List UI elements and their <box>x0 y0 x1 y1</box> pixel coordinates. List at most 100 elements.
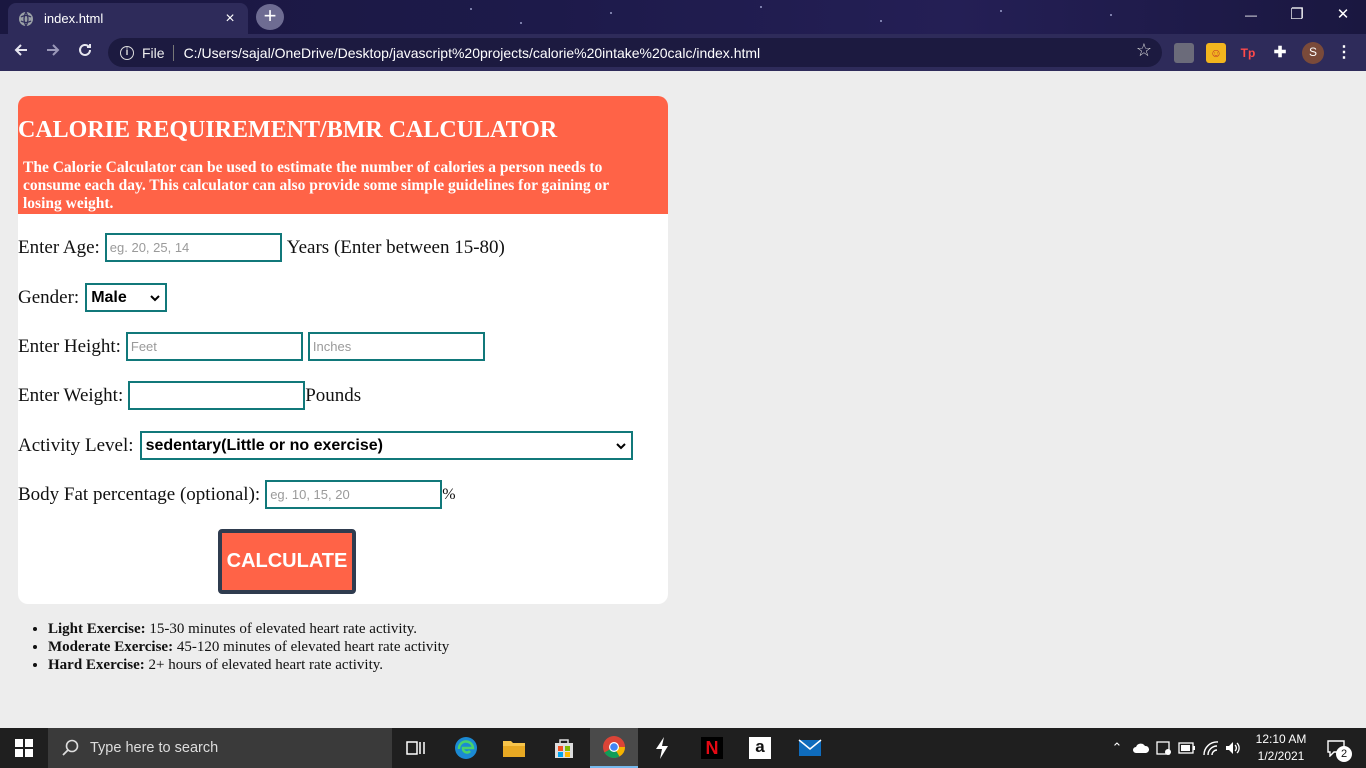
weight-suffix: Pounds <box>305 384 362 406</box>
windows-logo-icon <box>15 739 33 757</box>
list-item: Light Exercise: 15-30 minutes of elevate… <box>48 620 449 638</box>
note-term: Moderate Exercise: <box>48 639 174 655</box>
back-button[interactable] <box>8 40 34 66</box>
clock-date: 1/2/2021 <box>1257 749 1305 763</box>
edge-app-button[interactable] <box>442 728 490 768</box>
restore-button[interactable]: ❐ <box>1274 0 1320 30</box>
globe-icon <box>19 11 33 26</box>
store-app-button[interactable] <box>540 728 588 768</box>
menu-kebab-icon[interactable]: ⋮ <box>1334 43 1354 63</box>
bodyfat-row: Body Fat percentage (optional): eg. 10, … <box>18 480 456 509</box>
netflix-app-button[interactable]: N <box>688 728 736 768</box>
url-text[interactable]: C:/Users/sajal/OneDrive/Desktop/javascri… <box>184 45 761 61</box>
bodyfat-suffix: % <box>442 485 456 503</box>
browser-toolbar: i File C:/Users/sajal/OneDrive/Desktop/j… <box>0 34 1366 71</box>
forward-button[interactable] <box>40 40 66 66</box>
page-viewport: CALORIE REQUIREMENT/BMR CALCULATOR The C… <box>0 71 1366 728</box>
chevron-down-icon <box>615 442 626 449</box>
reload-button[interactable] <box>72 40 98 66</box>
background-star <box>1110 14 1112 16</box>
store-bag-icon <box>555 739 573 758</box>
reload-icon <box>79 43 91 56</box>
file-explorer-button[interactable] <box>490 728 538 768</box>
gender-select[interactable]: Male <box>85 283 168 312</box>
height-feet-input[interactable]: Feet <box>125 332 303 361</box>
system-tray: ⌃ <box>1108 728 1242 768</box>
height-row: Enter Height: Feet Inches <box>18 332 485 361</box>
bodyfat-label: Body Fat percentage (optional): <box>18 483 261 505</box>
clock-time: 12:10 AM <box>1255 732 1307 746</box>
amazon-app-button[interactable]: a <box>736 728 784 768</box>
note-term: Light Exercise: <box>48 621 146 637</box>
amazon-icon: a <box>749 737 771 759</box>
height-inches-input[interactable]: Inches <box>307 332 485 361</box>
age-row: Enter Age: eg. 20, 25, 14 Years (Enter b… <box>18 233 505 262</box>
activity-select[interactable]: sedentary(Little or no exercise) <box>139 431 633 460</box>
taskbar-search-box[interactable]: Type here to search <box>48 728 392 768</box>
tab-title: index.html <box>44 11 104 26</box>
chrome-app-button[interactable] <box>590 728 638 768</box>
exercise-notes-list: Light Exercise: 15-30 minutes of elevate… <box>48 620 449 674</box>
profile-avatar[interactable]: S <box>1302 42 1324 64</box>
bolt-app-button[interactable] <box>638 728 686 768</box>
update-icon[interactable] <box>1156 740 1172 756</box>
battery-icon[interactable] <box>1178 742 1196 754</box>
note-text: 15-30 minutes of elevated heart rate act… <box>145 621 418 637</box>
onedrive-cloud-icon[interactable] <box>1132 742 1150 754</box>
task-view-icon <box>406 741 425 755</box>
chrome-icon <box>603 736 625 758</box>
tab-index-html[interactable]: index.html × <box>8 3 248 34</box>
info-icon[interactable]: i <box>120 45 134 60</box>
task-view-button[interactable] <box>392 728 440 768</box>
list-item: Hard Exercise: 2+ hours of elevated hear… <box>48 656 449 674</box>
age-suffix: Years (Enter between 15-80) <box>286 236 505 258</box>
activity-selected-value: sedentary(Little or no exercise) <box>145 436 383 454</box>
bodyfat-input[interactable]: eg. 10, 15, 20 <box>265 480 443 509</box>
background-star <box>880 20 882 22</box>
background-star <box>760 6 762 8</box>
weight-label: Enter Weight: <box>18 384 124 406</box>
age-label: Enter Age: <box>18 236 100 258</box>
arrow-right-icon <box>47 44 60 56</box>
acrobat-extension-icon[interactable] <box>1174 43 1194 63</box>
notification-count-badge: 2 <box>1336 746 1352 762</box>
page-title: CALORIE REQUIREMENT/BMR CALCULATOR <box>18 117 558 143</box>
background-star <box>470 8 472 10</box>
activity-row: Activity Level: sedentary(Little or no e… <box>18 431 633 460</box>
new-tab-button[interactable]: + <box>256 4 284 30</box>
wifi-icon[interactable] <box>1202 740 1220 756</box>
background-star <box>1000 10 1002 12</box>
volume-icon[interactable] <box>1224 740 1242 756</box>
honey-extension-icon[interactable]: ☺ <box>1206 43 1226 63</box>
minimize-button[interactable]: — <box>1228 0 1274 30</box>
chevron-up-icon[interactable]: ⌃ <box>1108 740 1126 756</box>
netflix-icon: N <box>701 737 723 759</box>
start-button[interactable] <box>0 728 48 768</box>
weight-input[interactable] <box>128 381 306 410</box>
address-bar[interactable]: i File C:/Users/sajal/OneDrive/Desktop/j… <box>108 38 1162 67</box>
weight-row: Enter Weight: Pounds <box>18 381 361 410</box>
scheme-label: File <box>142 44 165 61</box>
windows-taskbar: Type here to search N a ⌃ 12:10 AM 1/2/2… <box>0 728 1366 768</box>
height-label: Enter Height: <box>18 335 121 357</box>
taskbar-clock[interactable]: 12:10 AM 1/2/2021 <box>1250 731 1312 765</box>
puzzle-extensions-icon[interactable]: ✚ <box>1270 43 1290 63</box>
age-input[interactable]: eg. 20, 25, 14 <box>104 233 282 262</box>
edge-icon <box>455 737 477 759</box>
gender-row: Gender: Male <box>18 283 168 312</box>
arrow-left-icon <box>14 44 27 56</box>
note-text: 45-120 minutes of elevated heart rate ac… <box>173 639 450 655</box>
bookmark-star-icon[interactable]: ☆ <box>1136 40 1152 61</box>
close-window-button[interactable]: ✕ <box>1320 0 1366 30</box>
note-term: Hard Exercise: <box>48 657 145 673</box>
browser-tab-strip: index.html × + — ❐ ✕ <box>0 0 1366 34</box>
mail-app-button[interactable] <box>786 728 834 768</box>
list-item: Moderate Exercise: 45-120 minutes of ele… <box>48 638 449 656</box>
notification-center-button[interactable]: 2 <box>1322 728 1352 768</box>
search-icon <box>62 739 79 756</box>
page-description: The Calorie Calculator can be used to es… <box>23 159 609 212</box>
tp-extension-icon[interactable]: Tp <box>1238 43 1258 63</box>
close-tab-icon[interactable]: × <box>222 10 238 28</box>
calculate-button[interactable]: CALCULATE <box>218 529 356 594</box>
calculator-header: CALORIE REQUIREMENT/BMR CALCULATOR The C… <box>18 96 668 214</box>
